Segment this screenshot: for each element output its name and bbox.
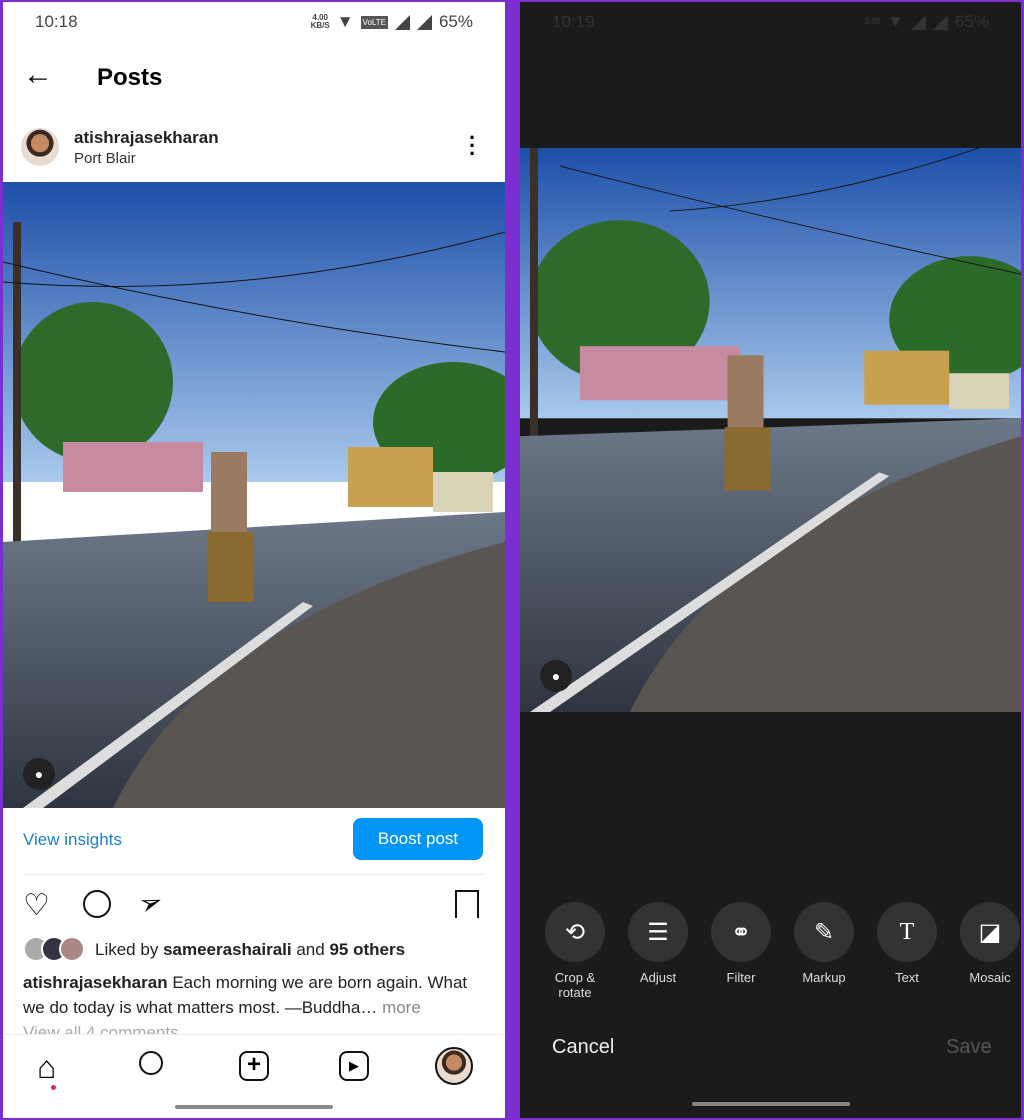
net-speed: 4.00 KB/S xyxy=(311,14,330,30)
back-arrow-icon[interactable]: ← xyxy=(23,60,53,90)
status-bar: 10:19 2.00 ▼ 65% xyxy=(520,2,1021,42)
tool-label: Markup xyxy=(802,970,846,985)
post-caption: atishrajasekharan Each morning we are bo… xyxy=(23,970,488,1020)
boost-post-button[interactable]: Boost post xyxy=(353,818,483,860)
post-username[interactable]: atishrajasekharan xyxy=(74,128,219,148)
view-insights-link[interactable]: View insights xyxy=(23,830,122,850)
tool-text[interactable]: T Text xyxy=(872,902,942,985)
tool-filter[interactable]: ⚭ Filter xyxy=(706,902,776,985)
liked-count[interactable]: 95 others xyxy=(329,940,405,959)
mosaic-icon: ◪ xyxy=(960,902,1020,962)
search-icon[interactable] xyxy=(139,1051,163,1075)
battery-level: 65% xyxy=(438,12,473,31)
post-location[interactable]: Port Blair xyxy=(74,150,136,167)
tool-markup[interactable]: ✎ Markup xyxy=(789,902,859,985)
net-speed: 2.00 xyxy=(864,17,881,26)
wifi-icon: ▼ xyxy=(336,12,354,31)
tagged-user-icon[interactable]: ● xyxy=(23,758,55,790)
profile-avatar[interactable] xyxy=(435,1047,473,1085)
home-indicator xyxy=(175,1105,333,1109)
tool-adjust[interactable]: ☰ Adjust xyxy=(623,902,693,985)
signal-icon xyxy=(910,14,926,30)
comment-icon[interactable] xyxy=(83,890,111,918)
caption-more-link[interactable]: more xyxy=(382,998,421,1017)
wifi-icon: ▼ xyxy=(887,12,904,31)
status-bar: 10:18 4.00 KB/S ▼ VoLTE 65% xyxy=(3,2,505,42)
share-icon[interactable]: ➢ xyxy=(134,883,167,922)
liked-and: and xyxy=(296,940,325,959)
pen-icon: ✎ xyxy=(794,902,854,962)
edit-photo[interactable]: ● xyxy=(520,148,1021,712)
liked-prefix: Liked by xyxy=(95,940,159,959)
home-indicator xyxy=(692,1102,850,1106)
tool-mosaic[interactable]: ◪ Mosaic xyxy=(955,902,1021,985)
filter-icon: ⚭ xyxy=(711,902,771,962)
signal-icon-2 xyxy=(932,14,948,30)
home-icon[interactable]: ⌂ xyxy=(37,1049,56,1086)
status-time: 10:19 xyxy=(552,12,595,31)
reels-icon[interactable]: ▶ xyxy=(339,1051,369,1081)
volte-icon: VoLTE xyxy=(360,15,388,29)
caption-username[interactable]: atishrajasekharan xyxy=(23,973,168,992)
tool-crop-rotate[interactable]: ⟲ Crop & rotate xyxy=(540,902,610,1000)
signal-icon-2 xyxy=(416,14,432,30)
bottom-nav: ⌂ + ▶ xyxy=(3,1034,505,1118)
tool-label: Filter xyxy=(726,970,756,985)
battery-level: 65% xyxy=(954,12,989,31)
tool-label: Crop & rotate xyxy=(554,970,596,1000)
notification-dot xyxy=(51,1085,56,1090)
save-button[interactable]: Save xyxy=(946,1036,992,1059)
photo-editor-screen: 10:19 2.00 ▼ 65% ● ⟲ Crop & rotate ☰ Adjus… xyxy=(520,2,1021,1118)
divider xyxy=(23,874,485,875)
signal-icon xyxy=(394,14,410,30)
likes-summary[interactable]: Liked by sameerashairali and 95 others xyxy=(95,940,405,960)
tool-label: Adjust xyxy=(639,970,677,985)
tool-label: Text xyxy=(895,970,919,985)
crop-rotate-icon: ⟲ xyxy=(545,902,605,962)
view-comments-link[interactable]: View all 4 comments xyxy=(23,1023,179,1034)
cancel-button[interactable]: Cancel xyxy=(552,1036,614,1059)
liked-user[interactable]: sameerashairali xyxy=(163,940,292,959)
bookmark-icon[interactable] xyxy=(455,890,479,918)
page-title: Posts xyxy=(97,64,163,91)
text-icon: T xyxy=(877,902,937,962)
post-photo[interactable]: ● xyxy=(3,182,505,808)
tagged-user-icon[interactable]: ● xyxy=(540,660,572,692)
create-icon[interactable]: + xyxy=(239,1051,269,1081)
like-heart-icon[interactable]: ♡ xyxy=(23,888,50,923)
sliders-icon: ☰ xyxy=(628,902,688,962)
net-speed-unit: KB/S xyxy=(310,21,330,30)
instagram-post-screen: 10:18 4.00 KB/S ▼ VoLTE 65% ← Posts atish… xyxy=(3,2,505,1118)
more-options-icon[interactable]: · · · xyxy=(469,127,476,165)
tool-label: Mosaic xyxy=(969,970,1011,985)
liker-avatars xyxy=(23,936,85,962)
status-time: 10:18 xyxy=(35,12,78,31)
avatar[interactable] xyxy=(21,128,59,166)
